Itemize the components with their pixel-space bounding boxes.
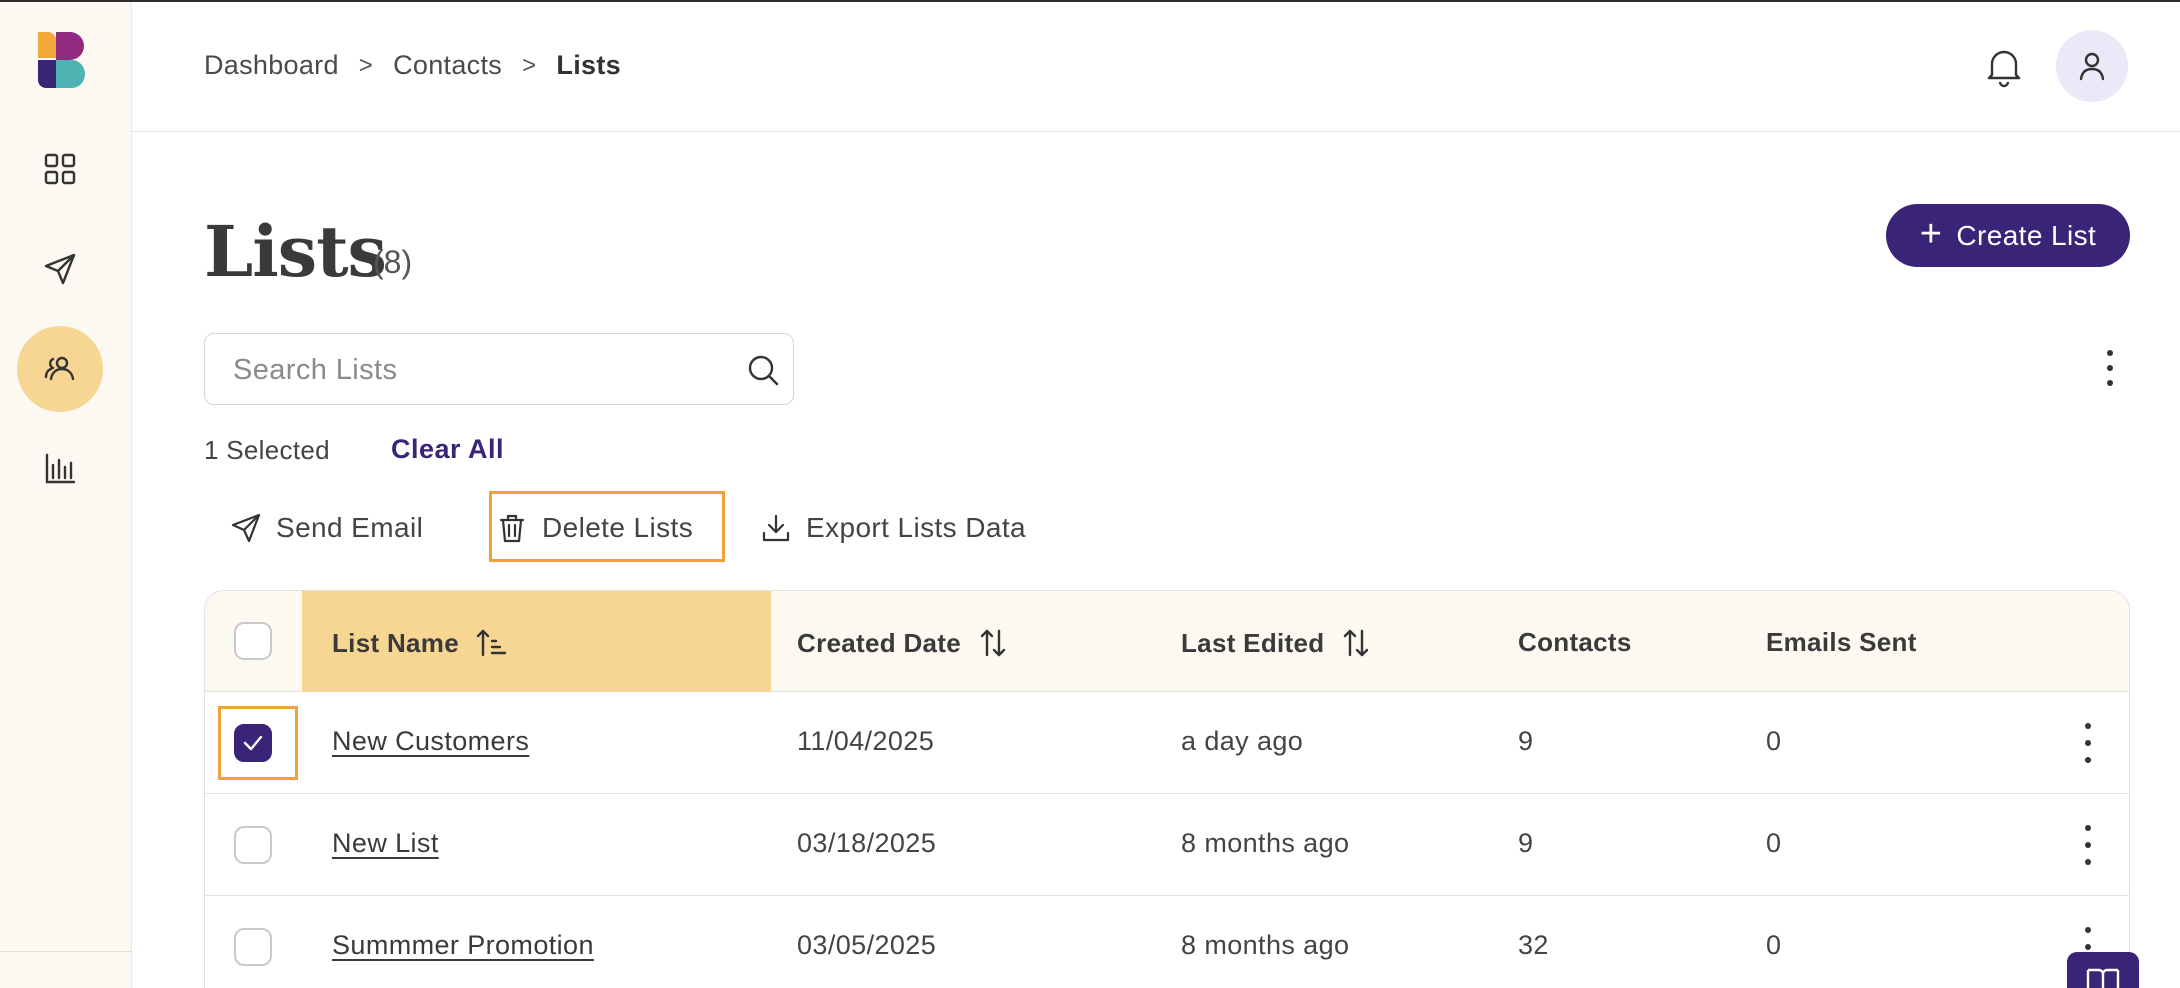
list-name-link[interactable]: Summmer Promotion <box>332 930 594 961</box>
column-label: Contacts <box>1518 627 1632 657</box>
create-list-button[interactable]: + Create List <box>1886 204 2130 267</box>
breadcrumb-current: Lists <box>556 50 621 80</box>
search-box <box>204 333 794 405</box>
breadcrumb-contacts[interactable]: Contacts <box>393 50 502 81</box>
list-name-link[interactable]: New List <box>332 828 439 859</box>
sort-icon <box>1344 629 1369 657</box>
more-options-icon[interactable] <box>2098 346 2122 390</box>
app-logo[interactable] <box>36 30 86 90</box>
user-icon <box>2079 52 2105 81</box>
delete-lists-label: Delete Lists <box>542 512 694 543</box>
grid-icon <box>44 153 76 185</box>
book-icon <box>2086 968 2120 988</box>
trash-icon <box>499 514 525 543</box>
checkmark-icon <box>243 735 263 751</box>
export-lists-button[interactable]: Export Lists Data <box>760 508 1026 548</box>
send-icon <box>44 253 76 285</box>
column-label: Last Edited <box>1181 627 1325 658</box>
column-list-name[interactable]: List Name <box>332 627 507 659</box>
sidebar-divider <box>0 951 132 952</box>
breadcrumb: Dashboard > Contacts > Lists <box>204 50 621 81</box>
row-checkbox[interactable] <box>234 724 272 762</box>
emails-sent: 0 <box>1766 828 1782 858</box>
create-list-label: Create List <box>1956 219 2097 251</box>
breadcrumb-separator: > <box>358 51 374 79</box>
table-row[interactable]: New List 03/18/2025 8 months ago 9 0 <box>205 794 2129 896</box>
sidebar-item-contacts[interactable] <box>17 326 103 412</box>
contacts-count: 9 <box>1518 726 1534 756</box>
top-header: Dashboard > Contacts > Lists <box>132 2 2180 132</box>
column-emails-sent: Emails Sent <box>1766 627 1917 658</box>
list-name-link[interactable]: New Customers <box>332 726 529 757</box>
sort-icon <box>980 629 1006 657</box>
search-input[interactable] <box>233 352 713 388</box>
download-icon <box>762 514 790 542</box>
delete-lists-button[interactable]: Delete Lists <box>496 508 693 548</box>
bell-icon[interactable] <box>1982 44 2026 88</box>
column-label: List Name <box>332 627 459 658</box>
clear-all-link[interactable]: Clear All <box>391 434 504 465</box>
plus-icon: + <box>1919 212 1943 255</box>
emails-sent: 0 <box>1766 726 1782 756</box>
select-all-checkbox[interactable] <box>234 622 272 660</box>
row-checkbox[interactable] <box>234 826 272 864</box>
page-title: Lists <box>204 210 387 293</box>
created-date: 11/04/2025 <box>797 726 935 756</box>
last-edited: 8 months ago <box>1181 828 1350 858</box>
breadcrumb-dashboard[interactable]: Dashboard <box>204 50 339 81</box>
column-label: Created Date <box>797 627 961 658</box>
lists-table: List Name Created Date Last Edited Conta… <box>204 590 2130 988</box>
send-icon <box>231 513 261 543</box>
send-email-label: Send Email <box>276 512 424 543</box>
emails-sent: 0 <box>1766 930 1782 960</box>
row-options-icon[interactable] <box>2076 723 2100 763</box>
help-book-button[interactable] <box>2067 952 2139 988</box>
breadcrumb-separator: > <box>522 51 537 79</box>
list-count: (8) <box>373 244 413 280</box>
sidebar <box>0 2 132 988</box>
last-edited: 8 months ago <box>1181 930 1350 960</box>
export-lists-label: Export Lists Data <box>806 512 1026 543</box>
table-row[interactable]: New Customers 11/04/2025 a day ago 9 0 <box>205 692 2129 794</box>
sidebar-item-dashboard[interactable] <box>17 126 103 212</box>
selected-count: 1 Selected <box>204 435 330 465</box>
created-date: 03/05/2025 <box>797 930 937 960</box>
row-checkbox[interactable] <box>234 928 272 966</box>
column-created-date[interactable]: Created Date <box>797 627 1009 659</box>
search-icon[interactable] <box>745 352 781 388</box>
column-contacts: Contacts <box>1518 627 1632 658</box>
sort-ascending-icon <box>476 629 507 657</box>
sidebar-item-campaigns[interactable] <box>17 226 103 312</box>
users-icon <box>44 356 75 381</box>
contacts-count: 9 <box>1518 828 1534 858</box>
sidebar-item-reports[interactable] <box>17 426 103 512</box>
last-edited: a day ago <box>1181 726 1304 756</box>
send-email-button[interactable]: Send Email <box>230 508 423 548</box>
chart-icon <box>45 453 76 484</box>
column-last-edited[interactable]: Last Edited <box>1181 627 1372 659</box>
table-header: List Name Created Date Last Edited Conta… <box>205 591 2129 692</box>
table-row[interactable]: Summmer Promotion 03/05/2025 8 months ag… <box>205 896 2129 988</box>
column-label: Emails Sent <box>1766 627 1917 657</box>
created-date: 03/18/2025 <box>797 828 937 858</box>
contacts-count: 32 <box>1518 930 1549 960</box>
row-options-icon[interactable] <box>2076 825 2100 865</box>
user-avatar[interactable] <box>2056 30 2128 102</box>
